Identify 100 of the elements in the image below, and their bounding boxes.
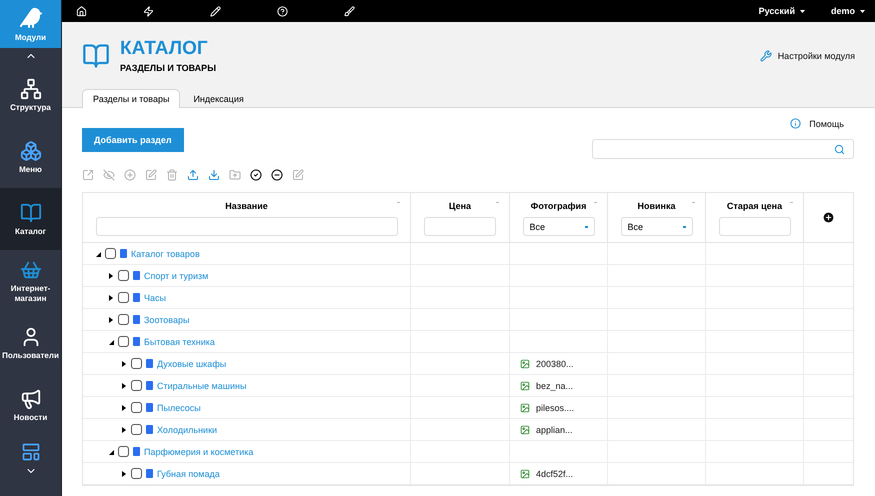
modules-button[interactable]: Модули [0,0,61,48]
add-section-button[interactable]: Добавить раздел [82,128,184,152]
toolbar-icon[interactable] [277,6,288,16]
photo-filename: 4dcf52f... [536,468,574,478]
section-link[interactable]: Спорт и туризм [144,270,208,280]
checkbox[interactable] [131,424,142,435]
checkbox[interactable] [118,446,129,457]
module-icon [20,388,42,410]
filter-field[interactable] [96,217,398,236]
folder-icon [146,381,153,390]
checkbox[interactable] [118,292,129,303]
section-link[interactable]: Пылесосы [157,402,201,412]
photo-filename: applian... [536,424,573,434]
sidebar-item[interactable]: Пользователи [0,312,61,374]
section-link[interactable]: Губная помада [157,468,220,478]
collapsed-arrow-icon[interactable] [121,404,127,410]
section-link[interactable]: Парфюмерия и косметика [144,446,254,456]
sidebar-item[interactable]: Новости [0,374,61,436]
info-icon [790,118,802,129]
language-menu[interactable]: Русский [758,6,805,16]
filter-dropdown[interactable]: Все [620,217,692,236]
photo-filename: 200380... [536,358,574,368]
column-header[interactable]: Новинка [637,201,676,211]
tool-icon[interactable] [271,169,283,181]
search-field[interactable] [592,139,854,159]
image-icon [520,468,530,478]
section-link[interactable]: Холодильники [157,424,218,434]
collapsed-arrow-icon[interactable] [108,272,114,278]
filter-dropdown[interactable]: Все [522,217,594,236]
section-link[interactable]: Стиральные машины [157,380,246,390]
checkbox[interactable] [131,358,142,369]
checkbox[interactable] [131,402,142,413]
section-link[interactable]: Духовые шкафы [157,358,226,368]
folder-icon [133,447,140,456]
photo-filename: bez_na... [536,380,574,390]
image-icon [520,402,530,412]
expanded-arrow-icon[interactable] [108,448,114,454]
folder-icon [133,315,140,324]
checkbox[interactable] [118,336,129,347]
search-icon [834,144,845,154]
sidebar-item[interactable]: Каталог [0,188,61,250]
column-header[interactable]: Название [225,201,268,211]
section-link[interactable]: Часы [144,292,166,302]
user-menu[interactable]: demo [830,6,865,16]
sidebar-item[interactable]: Интернет-магазин [0,250,61,312]
settings-link[interactable]: Настройки модуля [760,50,855,62]
sidebar-item[interactable]: Структура [0,64,61,126]
sidebar-item[interactable]: Меню [0,126,61,188]
checkbox[interactable] [118,314,129,325]
collapsed-arrow-icon[interactable] [108,316,114,322]
section-link[interactable]: Бытовая техника [144,336,215,346]
column-header[interactable]: Старая цена [726,201,782,211]
folder-icon [146,425,153,434]
collapsed-arrow-icon[interactable] [108,294,114,300]
book-icon [82,42,110,70]
tab[interactable]: Индексация [182,89,255,108]
folder-icon [146,403,153,412]
page-subtitle: РАЗДЕЛЫ И ТОВАРЫ [120,63,216,73]
folder-icon [133,293,140,302]
module-icon [20,78,42,100]
column-header[interactable]: Фотография [530,201,586,211]
caret-icon [800,10,805,12]
caret-icon [860,10,865,12]
module-icon [20,202,42,224]
section-link[interactable]: Каталог товаров [131,248,200,258]
folder-icon [133,271,140,280]
expanded-arrow-icon[interactable] [95,250,101,256]
add-column-icon[interactable] [822,211,835,224]
section-link[interactable]: Зоотовары [144,314,190,324]
module-icon [20,140,42,162]
checkbox[interactable] [105,248,116,259]
filter-field[interactable] [718,217,790,236]
tab[interactable]: Разделы и товары [82,89,180,108]
image-icon [520,358,530,368]
checkbox[interactable] [131,380,142,391]
tool-icon[interactable] [250,169,262,181]
checkbox[interactable] [131,468,142,479]
help-link[interactable]: Помощь [790,118,844,129]
toolbar-icon[interactable] [344,6,355,16]
page-title: КАТАЛОГ [120,38,209,60]
folder-icon [133,337,140,346]
column-header[interactable]: Цена [448,201,472,211]
collapsed-arrow-icon[interactable] [121,470,127,476]
collapsed-arrow-icon[interactable] [121,360,127,366]
filter-field[interactable] [424,217,496,236]
toolbar-icon[interactable] [210,6,221,16]
wrench-icon [760,50,772,62]
toolbar-icon[interactable] [143,6,154,16]
expanded-arrow-icon[interactable] [108,338,114,344]
folder-icon [146,359,153,368]
folder-icon [146,469,153,478]
collapsed-arrow-icon[interactable] [121,426,127,432]
toolbar-icon[interactable] [76,6,87,16]
image-icon [520,424,530,434]
layout-icon[interactable] [20,442,40,462]
checkbox[interactable] [118,270,129,281]
folder-icon [120,249,127,258]
image-icon [520,380,530,390]
photo-filename: pilesos.... [536,402,574,412]
collapsed-arrow-icon[interactable] [121,382,127,388]
